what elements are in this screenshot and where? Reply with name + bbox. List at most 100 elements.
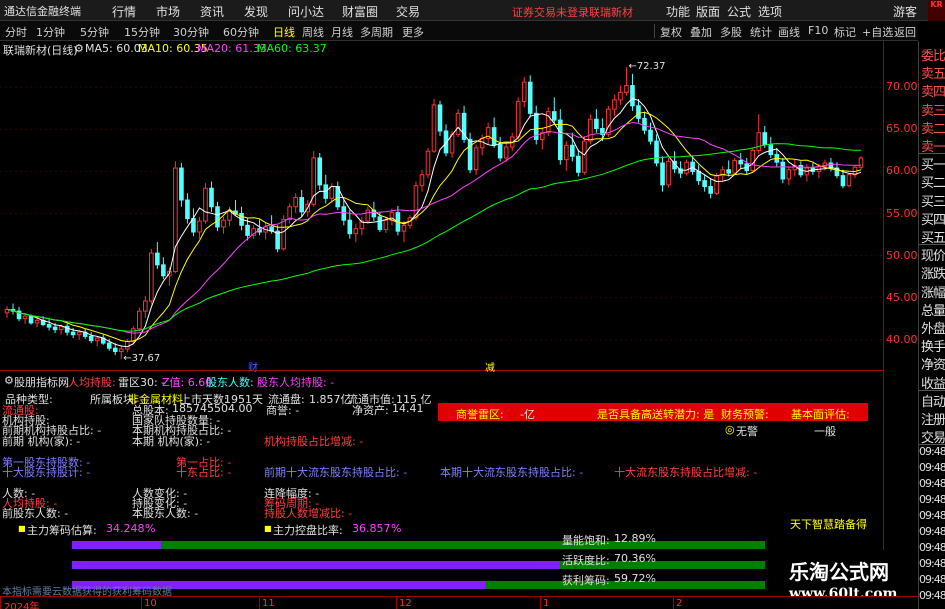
sidebar-item[interactable]: 09:48: [919, 557, 945, 570]
sidebar-item[interactable]: 09:48: [919, 461, 945, 474]
sidebar-item[interactable]: 买四: [921, 209, 945, 228]
sidebar-item[interactable]: 09:48: [919, 573, 945, 586]
candle-body: [738, 159, 744, 165]
date-axis: 2024年 10 11 12 1 2: [0, 596, 918, 609]
period-daily[interactable]: 日线: [273, 24, 295, 40]
redbar-jiben: 基本面评估:: [791, 408, 850, 421]
sidebar-item[interactable]: 注册: [921, 409, 945, 428]
menu-banmian[interactable]: 版面: [696, 3, 720, 20]
menu-jiaoyi[interactable]: 交易: [396, 3, 420, 20]
tool-huaxian[interactable]: 画线: [778, 24, 800, 40]
tool-add-favorite[interactable]: +自选: [862, 24, 893, 40]
candle-body: [840, 175, 846, 187]
period-1min[interactable]: 1分钟: [36, 24, 65, 40]
menu-zixun[interactable]: 资讯: [200, 3, 224, 20]
period-60min[interactable]: 60分钟: [223, 24, 259, 40]
sidebar-item[interactable]: 09:48: [919, 541, 945, 554]
candle-body: [545, 111, 551, 134]
sidebar-item[interactable]: 09:48: [919, 509, 945, 522]
sidebar-item[interactable]: 买一: [921, 154, 945, 173]
candle-body: [570, 144, 575, 157]
sidebar-item[interactable]: 买二: [921, 172, 945, 191]
menu-faxian[interactable]: 发现: [244, 3, 268, 20]
candle-body: [70, 331, 76, 336]
date-tick-1: 1: [543, 598, 550, 609]
quote-sidebar: 委比 卖五 卖四 卖三 卖二 卖一 买一 买二 买三 买四 买五 现价 涨跌 涨幅 总量 外盘 换手 净资 收益 自动…: [918, 41, 945, 609]
sidebar-item[interactable]: 卖二: [921, 118, 945, 137]
sidebar-item[interactable]: 现价: [921, 245, 945, 264]
candle-body: [149, 252, 154, 302]
candle-body: [630, 85, 635, 107]
sidebar-item[interactable]: 收益: [921, 373, 945, 392]
menu-shichang[interactable]: 市场: [156, 3, 180, 20]
sidebar-item[interactable]: 卖三: [921, 100, 945, 119]
candle-body: [473, 147, 479, 171]
sidebar-item[interactable]: 涨跌: [921, 263, 945, 282]
sidebar-item[interactable]: 买三: [921, 191, 945, 210]
sidebar-item[interactable]: 涨幅: [921, 282, 945, 301]
ind-gudong: 股东人数: -: [206, 376, 262, 389]
sidebar-item[interactable]: 买五: [921, 227, 945, 246]
sidebar-item[interactable]: 09:48: [919, 477, 945, 490]
tool-diejia[interactable]: 叠加: [690, 24, 712, 40]
candle-body: [780, 161, 786, 180]
date-tick-line: [540, 597, 541, 609]
tool-biaoji[interactable]: 标记: [834, 24, 856, 40]
sidebar-item[interactable]: 09:48: [919, 445, 945, 458]
candlestick-chart[interactable]: [0, 57, 918, 370]
period-5min[interactable]: 5分钟: [80, 24, 109, 40]
redbar-caiwu-value: 无警: [736, 425, 758, 438]
field-jigou-zengjian: 机构持股占比增减: -: [264, 435, 364, 448]
tool-f10[interactable]: F10: [808, 24, 828, 37]
sidebar-item[interactable]: 总量: [921, 300, 945, 319]
indicator-settings-icon[interactable]: ⚙: [4, 374, 14, 387]
sidebar-item[interactable]: 换手: [921, 336, 945, 355]
menu-caifuquan[interactable]: 财富圈: [342, 3, 378, 20]
guest-label[interactable]: 游客: [893, 3, 917, 20]
period-weekly[interactable]: 周线: [302, 24, 324, 40]
sidebar-item[interactable]: 09:48: [919, 589, 945, 602]
menu-gongshi[interactable]: 公式: [727, 3, 751, 20]
menu-wenxiaoda[interactable]: 问小达: [288, 3, 324, 20]
watermark-main: 乐淘公式网: [789, 560, 889, 584]
menu-gongneng[interactable]: 功能: [666, 3, 690, 20]
date-tick-2: 2: [676, 598, 683, 609]
sidebar-item[interactable]: 09:48: [919, 525, 945, 538]
tianxia-text: 天下智慧踏备得: [790, 518, 867, 531]
tool-fuquan[interactable]: 复权: [660, 24, 682, 40]
sidebar-item[interactable]: 卖五: [921, 63, 945, 82]
field-gudong-zengjian: 持股人数增减比: -: [264, 507, 353, 520]
field-qianqi-gudong: 前股东人数: -: [2, 507, 69, 520]
brand-logo: KR: [928, 0, 945, 21]
tool-tongji[interactable]: 统计: [750, 24, 772, 40]
field-qianqi-jigou-jia: 前期 机构(家): -: [2, 435, 81, 448]
candle-body: [227, 210, 232, 221]
tool-back[interactable]: 返回: [894, 24, 916, 40]
sidebar-item[interactable]: 自动: [921, 391, 945, 410]
menu-xuanxiang[interactable]: 选项: [758, 3, 782, 20]
sidebar-item[interactable]: 委比: [921, 45, 945, 64]
candle-body: [106, 342, 112, 349]
redbar-leiqu-value: -亿: [520, 408, 535, 421]
period-more[interactable]: 更多: [402, 24, 424, 40]
sidebar-item[interactable]: 交易: [921, 427, 945, 446]
menu-hangqing[interactable]: 行情: [112, 3, 136, 20]
period-30min[interactable]: 30分钟: [173, 24, 209, 40]
field-shangyu: 商誉: -: [266, 404, 300, 417]
candle-body: [648, 129, 653, 142]
sidebar-item[interactable]: 09:48: [919, 493, 945, 506]
login-status[interactable]: 证券交易未登录: [512, 4, 589, 20]
tool-duogu[interactable]: 多股: [720, 24, 742, 40]
candle-body: [636, 105, 641, 119]
candle-body: [293, 197, 298, 208]
sidebar-item[interactable]: 净资: [921, 354, 945, 373]
sidebar-item[interactable]: 外盘: [921, 318, 945, 337]
period-monthly[interactable]: 月线: [331, 24, 353, 40]
indicator-name[interactable]: 股朋指标网: [14, 374, 69, 390]
period-15min[interactable]: 15分钟: [124, 24, 160, 40]
period-multi[interactable]: 多周期: [360, 24, 393, 40]
settings-icon[interactable]: ⚙: [74, 42, 84, 55]
sidebar-item[interactable]: 卖一: [921, 136, 945, 155]
sidebar-item[interactable]: 卖四: [921, 81, 945, 100]
period-fenshi[interactable]: 分时: [5, 24, 27, 40]
